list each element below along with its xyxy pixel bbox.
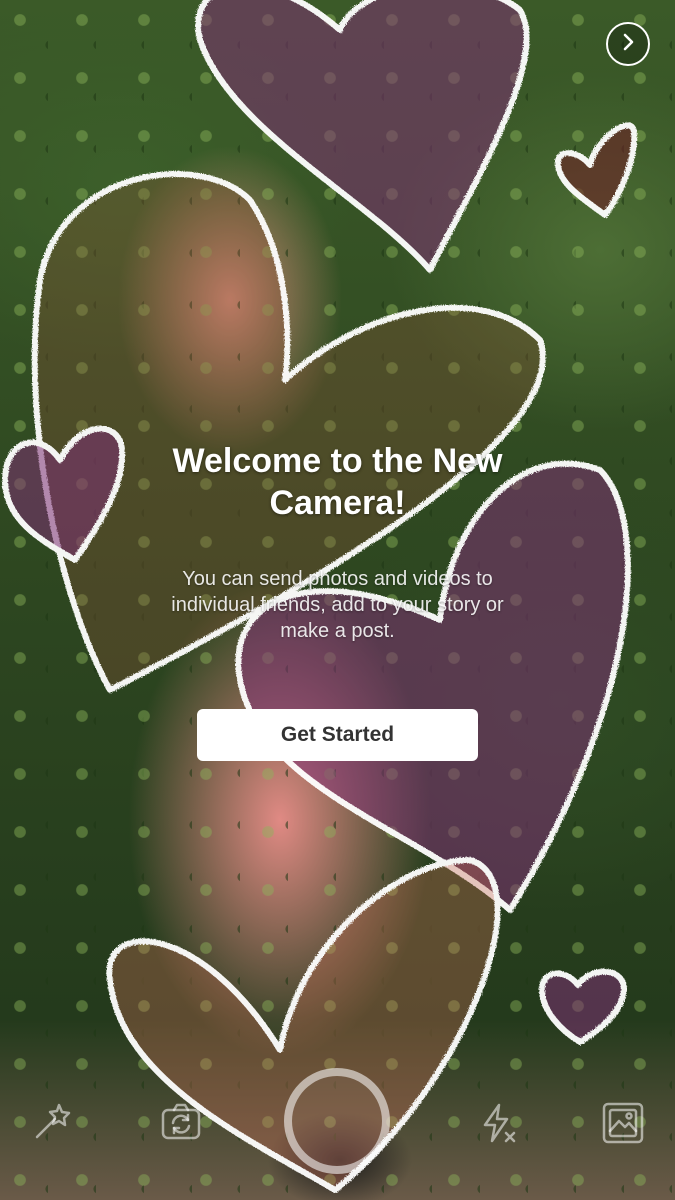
gallery-icon	[601, 1101, 645, 1150]
camera-screen: Welcome to the New Camera! You can send …	[0, 0, 675, 1200]
flip-camera-button[interactable]	[158, 1102, 204, 1148]
flash-button[interactable]	[474, 1102, 520, 1148]
gallery-button[interactable]	[600, 1102, 646, 1148]
chevron-right-icon	[618, 32, 638, 57]
welcome-title-line2: Camera!	[269, 484, 406, 522]
welcome-title: Welcome to the New Camera!	[100, 440, 575, 524]
welcome-title-line1: Welcome to the New	[172, 442, 503, 480]
welcome-description: You can send photos and videos to indivi…	[120, 566, 555, 644]
shutter-button[interactable]	[284, 1068, 390, 1174]
welcome-description-line1: You can send photos and videos to	[182, 568, 493, 590]
flash-off-icon	[475, 1101, 519, 1150]
welcome-overlay: Welcome to the New Camera! You can send …	[0, 0, 675, 1200]
camera-flip-icon	[159, 1101, 203, 1150]
next-button[interactable]	[606, 22, 650, 66]
magic-wand-icon	[31, 1099, 75, 1148]
get-started-button[interactable]: Get Started	[197, 709, 478, 761]
welcome-description-line2: individual friends, add to your story or	[171, 594, 504, 616]
welcome-description-line3: make a post.	[280, 620, 395, 642]
effects-button[interactable]	[30, 1100, 76, 1146]
